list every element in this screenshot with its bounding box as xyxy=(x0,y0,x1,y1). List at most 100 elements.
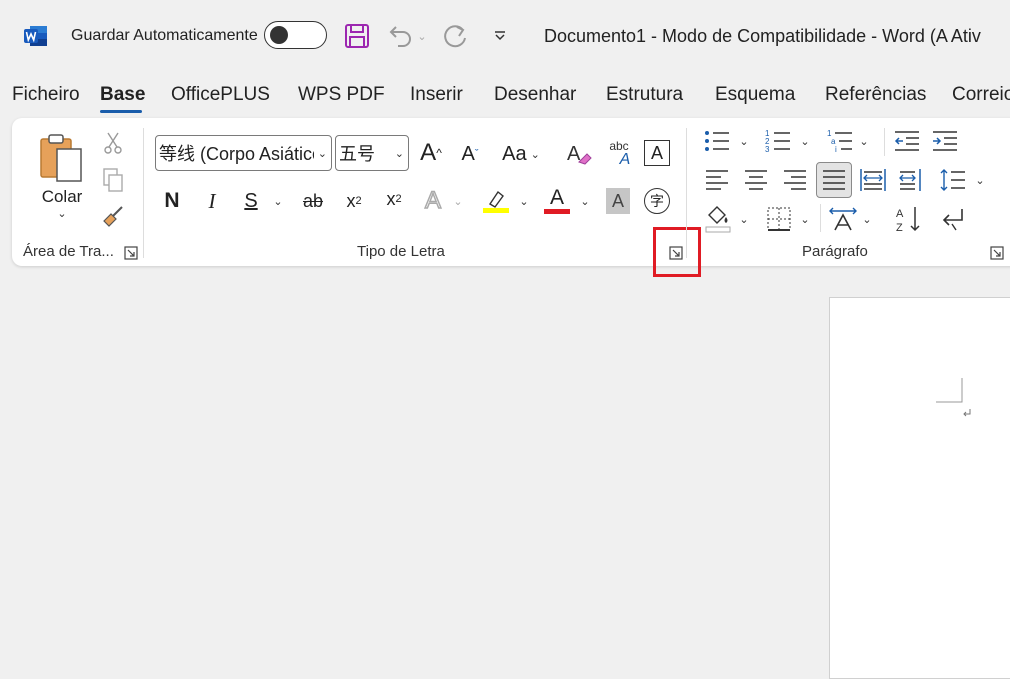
bullets-dropdown[interactable]: ⌄ xyxy=(737,130,751,152)
clipboard-dialog-launcher-icon[interactable] xyxy=(124,246,138,260)
customize-toolbar-button[interactable] xyxy=(488,20,512,52)
character-border-button[interactable]: A xyxy=(644,140,670,166)
align-center-button[interactable] xyxy=(741,166,771,194)
svg-text:A: A xyxy=(896,208,904,220)
subscript-mark: 2 xyxy=(355,195,362,207)
line-spacing-dropdown[interactable]: ⌄ xyxy=(973,168,987,192)
text-effects-dropdown[interactable]: ⌄ xyxy=(451,186,465,216)
borders-dropdown[interactable]: ⌄ xyxy=(798,208,812,230)
grow-font-icon: A xyxy=(420,139,437,166)
italic-icon: I xyxy=(208,188,216,213)
distributed-button[interactable] xyxy=(858,166,888,194)
strikethrough-button[interactable]: ab xyxy=(298,186,328,216)
enclose-characters-button[interactable]: 字 xyxy=(644,188,670,214)
chinese-layout-dropdown[interactable]: ⌄ xyxy=(860,208,874,230)
clear-formatting-button[interactable]: A xyxy=(564,138,594,170)
paste-label: Colar xyxy=(41,186,83,206)
font-size-value: 五号 xyxy=(339,144,375,164)
chevron-down-icon: ⌄ xyxy=(800,135,810,148)
character-shading-button[interactable]: A xyxy=(606,188,630,214)
svg-text:3: 3 xyxy=(765,145,770,153)
bold-icon: N xyxy=(164,189,180,212)
save-button[interactable] xyxy=(342,20,372,52)
autosave-label: Guardar Automaticamente xyxy=(71,27,258,44)
tab-inserir[interactable]: Inserir xyxy=(410,84,463,106)
tab-officeplus[interactable]: OfficePLUS xyxy=(171,84,270,106)
copy-button[interactable] xyxy=(100,166,126,194)
grow-font-button[interactable]: A ^ xyxy=(416,136,446,170)
line-spacing-icon xyxy=(940,169,965,191)
chevron-down-icon: ⌄ xyxy=(739,135,749,148)
format-painter-icon xyxy=(103,206,123,227)
chevron-down-icon: ⌄ xyxy=(273,195,283,208)
shading-dropdown[interactable]: ⌄ xyxy=(737,208,751,230)
underline-button[interactable]: S xyxy=(237,186,265,216)
sort-button[interactable]: A Z xyxy=(894,204,924,234)
tab-desenhar[interactable]: Desenhar xyxy=(494,84,576,106)
undo-icon xyxy=(389,26,411,47)
shading-button[interactable] xyxy=(703,204,733,234)
tab-correio[interactable]: Correio xyxy=(952,84,1010,106)
document-page[interactable] xyxy=(829,297,1010,679)
word-logo-icon xyxy=(24,26,47,46)
subscript-button[interactable]: x2 xyxy=(340,186,368,216)
align-left-button[interactable] xyxy=(702,166,732,194)
underline-dropdown[interactable]: ⌄ xyxy=(270,186,286,216)
autosave-toggle[interactable] xyxy=(264,21,327,49)
tab-base[interactable]: Base xyxy=(100,84,145,106)
paragraph-dialog-launcher-icon[interactable] xyxy=(990,246,1004,260)
numbering-dropdown[interactable]: ⌄ xyxy=(798,130,812,152)
align-distributed-button[interactable] xyxy=(897,166,927,194)
undo-button[interactable] xyxy=(385,20,415,52)
format-painter-button[interactable] xyxy=(100,203,126,231)
borders-button[interactable] xyxy=(764,204,794,234)
paste-button[interactable]: Colar ⌄ xyxy=(34,126,90,226)
multilevel-list-icon: 1 a i xyxy=(827,129,852,153)
decrease-indent-button[interactable] xyxy=(892,128,922,154)
line-spacing-button[interactable] xyxy=(938,166,968,194)
tab-esquema[interactable]: Esquema xyxy=(715,84,795,106)
cut-button[interactable] xyxy=(100,130,126,156)
show-paragraph-marks-button[interactable] xyxy=(938,204,968,234)
bold-button[interactable]: N xyxy=(158,186,186,216)
font-color-bar xyxy=(544,208,570,214)
font-color-dropdown[interactable]: ⌄ xyxy=(577,186,593,216)
justify-button[interactable] xyxy=(816,162,852,198)
numbering-button[interactable]: 1 2 3 xyxy=(763,128,793,154)
clear-all-format-button[interactable]: abc A xyxy=(603,138,635,170)
chevron-down-icon: ⌄ xyxy=(394,147,404,160)
change-case-button[interactable]: Aa ⌄ xyxy=(497,138,545,170)
borders-icon xyxy=(767,207,791,231)
clear-formatting-icon: A xyxy=(567,143,592,165)
chevron-down-icon: ⌄ xyxy=(739,213,749,226)
chevron-down-icon: ⌄ xyxy=(519,195,529,208)
highlight-dropdown[interactable]: ⌄ xyxy=(516,186,532,216)
multilevel-list-dropdown[interactable]: ⌄ xyxy=(857,130,871,152)
tab-referencias[interactable]: Referências xyxy=(825,84,926,106)
tab-wps-pdf[interactable]: WPS PDF xyxy=(298,84,385,106)
undo-dropdown[interactable]: ⌄ xyxy=(414,20,430,52)
font-color-button[interactable]: A xyxy=(542,184,572,216)
paragraph-return-icon xyxy=(963,409,971,417)
highlight-button[interactable] xyxy=(481,184,511,216)
text-effects-button[interactable]: A xyxy=(418,186,448,216)
subscript-icon: x xyxy=(346,190,356,211)
chevron-down-icon: ⌄ xyxy=(530,148,540,161)
superscript-button[interactable]: x2 xyxy=(380,184,408,214)
font-size-combobox[interactable]: 五号 ⌄ xyxy=(335,135,409,171)
highlighter-icon xyxy=(489,190,504,208)
redo-button[interactable] xyxy=(442,20,472,52)
font-name-combobox[interactable]: 等线 (Corpo Asiático) ⌄ xyxy=(155,135,332,171)
customize-icon xyxy=(495,31,505,41)
italic-button[interactable]: I xyxy=(198,186,226,216)
align-right-button[interactable] xyxy=(780,166,810,194)
increase-indent-button[interactable] xyxy=(930,128,960,154)
tab-estrutura[interactable]: Estrutura xyxy=(606,84,683,106)
shrink-font-button[interactable]: Aˇ xyxy=(456,138,484,170)
increase-indent-icon xyxy=(933,131,957,151)
bullets-button[interactable] xyxy=(702,128,732,154)
chinese-layout-button[interactable] xyxy=(828,204,858,234)
tab-ficheiro[interactable]: Ficheiro xyxy=(12,84,80,106)
toolbar-divider xyxy=(820,204,821,232)
multilevel-list-button[interactable]: 1 a i xyxy=(825,128,855,154)
